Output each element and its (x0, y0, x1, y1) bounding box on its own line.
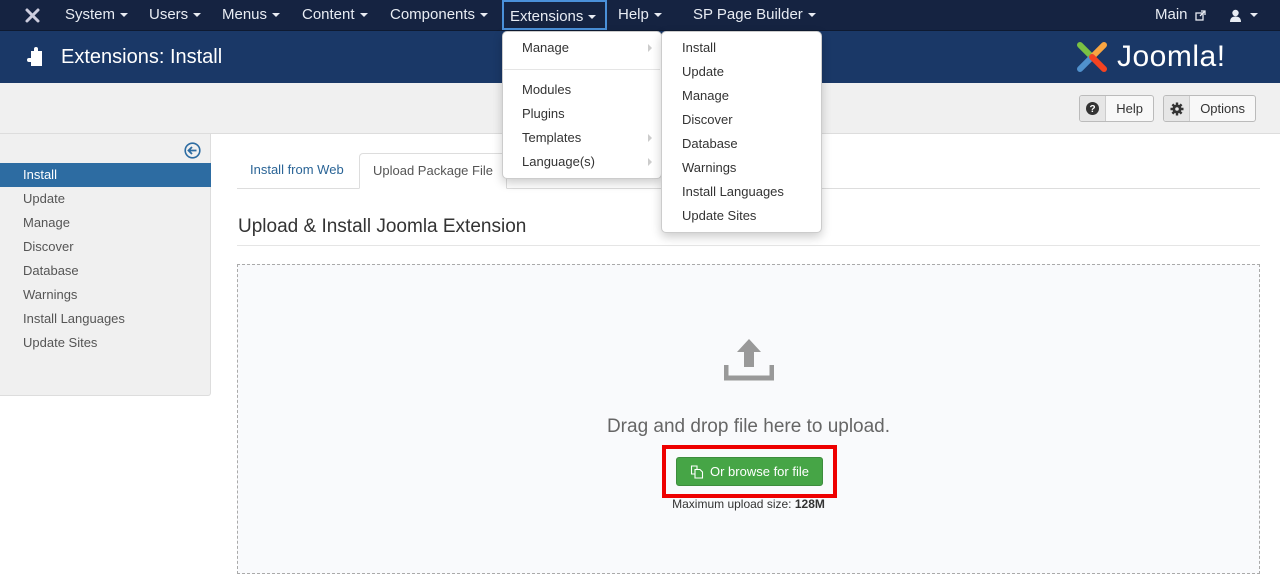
caret-down-icon (807, 13, 816, 18)
nav-label: SP Page Builder (693, 6, 803, 23)
user-menu[interactable] (1229, 0, 1258, 30)
menu-label: Language(s) (522, 154, 595, 169)
nav-system[interactable]: System (65, 0, 129, 30)
browse-file-button[interactable]: Or browse for file (676, 457, 823, 486)
drop-text: Drag and drop file here to upload. (606, 416, 891, 437)
sidebar-item-warnings[interactable]: Warnings (0, 283, 211, 307)
submenu-item-update-sites[interactable]: Update Sites (662, 204, 821, 228)
caret-down-icon (120, 13, 129, 18)
caret-down-icon (588, 15, 597, 20)
caret-down-icon (480, 13, 489, 18)
menu-item-plugins[interactable]: Plugins (503, 102, 661, 126)
caret-down-icon (359, 13, 368, 18)
nav-sp-page-builder[interactable]: SP Page Builder (693, 0, 816, 30)
svg-text:?: ? (1090, 104, 1096, 115)
nav-label: System (65, 6, 116, 23)
joomla-logo-icon (1077, 42, 1107, 72)
menu-item-manage[interactable]: Manage (503, 36, 661, 60)
menu-item-languages[interactable]: Language(s) (503, 150, 661, 174)
sidebar-item-database[interactable]: Database (0, 259, 211, 283)
submenu-item-warnings[interactable]: Warnings (662, 156, 821, 180)
caret-down-icon (272, 13, 281, 18)
help-button[interactable]: ? Help (1079, 95, 1154, 122)
drop-zone[interactable]: Drag and drop file here to upload. Or br… (237, 264, 1260, 574)
sidebar-item-install[interactable]: Install (0, 163, 211, 187)
section-heading: Upload & Install Joomla Extension (238, 216, 527, 237)
menu-label: Manage (522, 40, 569, 55)
sidebar-item-discover[interactable]: Discover (0, 235, 211, 259)
menu-item-templates[interactable]: Templates (503, 126, 661, 150)
question-icon: ? (1080, 96, 1107, 121)
nav-label: Help (618, 6, 649, 23)
caret-down-icon (193, 13, 202, 18)
sidebar-item-install-languages[interactable]: Install Languages (0, 307, 211, 331)
manage-submenu: Install Update Manage Discover Database … (661, 31, 822, 233)
nav-extensions[interactable]: Extensions (502, 0, 607, 30)
submenu-item-update[interactable]: Update (662, 60, 821, 84)
help-label: Help (1116, 101, 1143, 116)
nav-label: Components (390, 6, 476, 23)
sidebar-item-manage[interactable]: Manage (0, 211, 211, 235)
submenu-arrow-icon (648, 158, 652, 166)
menu-divider (504, 69, 660, 70)
site-link[interactable]: Main (1155, 0, 1206, 30)
submenu-item-discover[interactable]: Discover (662, 108, 821, 132)
sidebar-item-update[interactable]: Update (0, 187, 211, 211)
site-link-label: Main (1155, 6, 1188, 23)
joomla-logo: Joomla! (1073, 38, 1226, 76)
sidebar: Install Update Manage Discover Database … (0, 134, 211, 396)
submenu-item-manage[interactable]: Manage (662, 84, 821, 108)
nav-help[interactable]: Help (618, 0, 662, 30)
options-label: Options (1200, 101, 1245, 116)
submenu-item-install[interactable]: Install (662, 36, 821, 60)
joomla-menu-icon[interactable] (24, 0, 41, 30)
page-title: Extensions: Install (61, 46, 223, 68)
nav-label: Menus (222, 6, 268, 23)
options-button[interactable]: Options (1163, 95, 1256, 122)
nav-components[interactable]: Components (390, 0, 489, 30)
nav-content[interactable]: Content (302, 0, 368, 30)
menu-label: Templates (522, 130, 582, 145)
top-navbar: System Users Menus Content Components Ex… (0, 0, 1280, 31)
upload-icon (724, 339, 774, 381)
menu-label: Modules (522, 82, 572, 97)
max-size-value: 128M (794, 497, 825, 511)
sidebar-item-update-sites[interactable]: Update Sites (0, 331, 211, 355)
nav-menus[interactable]: Menus (222, 0, 281, 30)
joomla-brand-text: Joomla! (1117, 40, 1226, 73)
gear-icon (1164, 96, 1191, 121)
submenu-item-database[interactable]: Database (662, 132, 821, 156)
caret-down-icon (653, 13, 662, 18)
max-upload-size: Maximum upload size: 128M (238, 497, 1259, 511)
menu-item-modules[interactable]: Modules (503, 78, 661, 102)
nav-users[interactable]: Users (149, 0, 202, 30)
submenu-arrow-icon (648, 44, 652, 52)
nav-label: Extensions (510, 8, 584, 25)
divider (237, 245, 1260, 246)
external-link-icon (1195, 9, 1206, 21)
puzzle-icon (27, 47, 42, 66)
nav-label: Users (149, 6, 189, 23)
browse-label: Or browse for file (710, 464, 809, 479)
tab-upload-package-file[interactable]: Upload Package File (359, 153, 507, 189)
max-size-label: Maximum upload size: (672, 497, 792, 511)
user-icon (1230, 9, 1241, 22)
menu-label: Plugins (522, 106, 565, 121)
copy-icon (690, 464, 704, 479)
nav-label: Content (302, 6, 355, 23)
submenu-arrow-icon (648, 134, 652, 142)
tab-install-from-web[interactable]: Install from Web (237, 153, 357, 189)
collapse-sidebar-icon[interactable] (184, 142, 201, 159)
caret-down-icon (1250, 13, 1258, 18)
submenu-item-install-languages[interactable]: Install Languages (662, 180, 821, 204)
extensions-dropdown: Manage Modules Plugins Templates Languag… (502, 31, 662, 179)
